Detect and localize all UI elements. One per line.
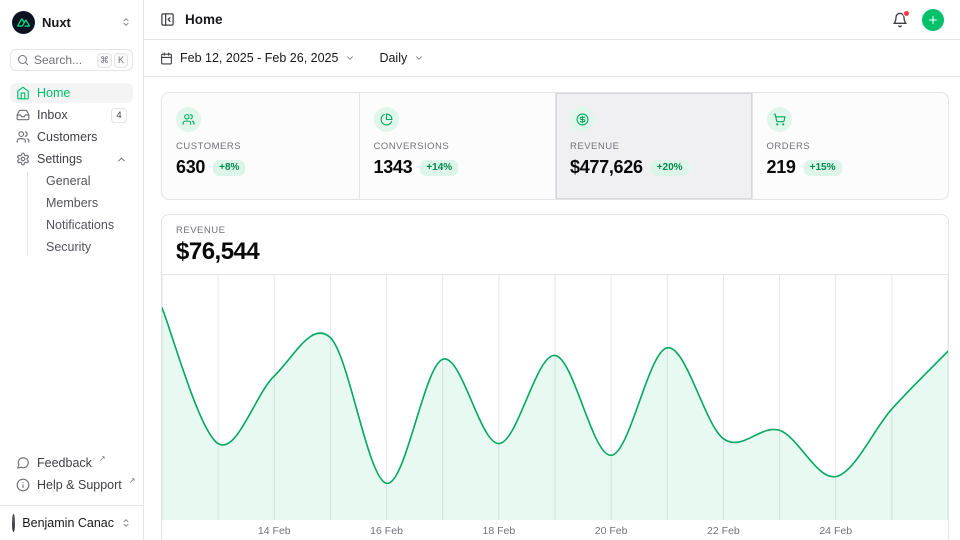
x-axis-tick-label: 16 Feb [370, 525, 403, 537]
help-support-link[interactable]: Help & Support ↗ [10, 475, 133, 495]
stat-delta-badge: +20% [651, 160, 689, 176]
sidebar-item-settings[interactable]: Settings [10, 149, 133, 169]
gear-icon [16, 152, 30, 166]
inbox-icon [16, 108, 30, 122]
notifications-button[interactable] [892, 12, 908, 28]
page-title: Home [185, 12, 223, 27]
workspace-switcher[interactable]: Nuxt [10, 10, 133, 34]
stat-card-customers[interactable]: CUSTOMERS 630 +8% [162, 93, 359, 199]
search-placeholder: Search... [34, 53, 82, 67]
stat-delta-badge: +15% [804, 160, 842, 176]
external-link-icon: ↗ [129, 476, 136, 485]
sidebar-item-customers[interactable]: Customers [10, 127, 133, 147]
stats-cards: CUSTOMERS 630 +8% CONVERSIONS 1343 +14% [161, 92, 949, 200]
x-axis-tick-label: 20 Feb [595, 525, 628, 537]
sidebar-item-home[interactable]: Home [10, 83, 133, 103]
panel-left-close-icon [160, 12, 175, 27]
chevron-down-icon [414, 53, 424, 63]
chart-header: REVENUE $76,544 [162, 215, 948, 274]
sidebar-nav: Home Inbox 4 Customers Settings Genera [10, 83, 133, 259]
stat-card-orders[interactable]: ORDERS 219 +15% [752, 93, 949, 199]
filters-toolbar: Feb 12, 2025 - Feb 26, 2025 Daily [144, 40, 960, 77]
stat-label: REVENUE [570, 141, 738, 152]
sidebar-item-inbox[interactable]: Inbox 4 [10, 105, 133, 125]
kbd-cmd: ⌘ [97, 53, 112, 68]
kbd-k: K [114, 53, 128, 68]
sidebar-spacer [10, 259, 133, 441]
user-menu[interactable]: Benjamin Canac [10, 514, 133, 532]
info-circle-icon [16, 478, 30, 492]
chevron-updown-icon [121, 17, 131, 27]
search-input[interactable]: Search... ⌘ K [10, 49, 133, 71]
notification-dot [903, 10, 910, 17]
chevron-down-icon [345, 53, 355, 63]
dollar-circle-icon [570, 107, 595, 132]
stat-card-conversions[interactable]: CONVERSIONS 1343 +14% [359, 93, 556, 199]
search-shortcut: ⌘ K [97, 53, 128, 68]
period-select[interactable]: Daily [379, 51, 424, 65]
stat-value: $477,626 [570, 157, 643, 178]
chat-bubble-icon [16, 456, 30, 470]
search-icon [17, 54, 29, 66]
feedback-link[interactable]: Feedback ↗ [10, 453, 133, 473]
workspace-name: Nuxt [42, 15, 71, 30]
chevron-up-icon [116, 154, 127, 165]
home-icon [16, 86, 30, 100]
nuxt-logo-icon [12, 11, 35, 34]
stat-label: ORDERS [767, 141, 935, 152]
chart-value: $76,544 [176, 238, 934, 266]
user-name: Benjamin Canac [22, 516, 114, 530]
add-button[interactable] [922, 9, 944, 31]
users-icon [16, 130, 30, 144]
stat-label: CONVERSIONS [374, 141, 542, 152]
plus-icon [927, 14, 939, 26]
chevron-updown-icon [121, 518, 131, 528]
stat-label: CUSTOMERS [176, 141, 345, 152]
users-icon [176, 107, 201, 132]
revenue-chart-card: REVENUE $76,544 14 Feb 16 Feb 18 Feb 20 Feb… [161, 214, 949, 540]
stat-delta-badge: +14% [420, 160, 458, 176]
stat-delta-badge: +8% [213, 160, 245, 176]
x-axis-tick-label: 18 Feb [482, 525, 515, 537]
inbox-count-badge: 4 [111, 108, 127, 123]
sidebar: Nuxt Search... ⌘ K Home Inbox 4 [0, 0, 144, 540]
pie-chart-icon [374, 107, 399, 132]
user-avatar [12, 514, 15, 532]
x-axis-tick-label: 14 Feb [258, 525, 291, 537]
sidebar-item-notifications[interactable]: Notifications [37, 215, 133, 235]
sidebar-item-security[interactable]: Security [37, 237, 133, 257]
external-link-icon: ↗ [99, 454, 106, 463]
sidebar-item-members[interactable]: Members [37, 193, 133, 213]
x-axis-tick-label: 24 Feb [819, 525, 852, 537]
stat-value: 219 [767, 157, 796, 178]
page-header: Home [144, 0, 960, 40]
stat-value: 1343 [374, 157, 413, 178]
sidebar-item-general[interactable]: General [37, 171, 133, 191]
calendar-icon [160, 52, 173, 65]
x-axis-tick-label: 22 Feb [707, 525, 740, 537]
revenue-area-chart: 14 Feb 16 Feb 18 Feb 20 Feb 22 Feb 24 Feb [162, 275, 948, 540]
chart-plot-area: 14 Feb 16 Feb 18 Feb 20 Feb 22 Feb 24 Feb [162, 274, 948, 540]
settings-subnav: General Members Notifications Security [10, 171, 133, 259]
collapse-sidebar-button[interactable] [160, 12, 175, 27]
cart-icon [767, 107, 792, 132]
header-actions [892, 9, 944, 31]
chart-label: REVENUE [176, 225, 934, 236]
sidebar-user-section: Benjamin Canac [0, 505, 143, 532]
dashboard-content: CUSTOMERS 630 +8% CONVERSIONS 1343 +14% [144, 77, 960, 540]
sidebar-footer-nav: Feedback ↗ Help & Support ↗ [10, 453, 133, 497]
main-area: Home Feb 12, 2025 - Feb 26, 2025 [144, 0, 960, 540]
stat-card-revenue[interactable]: REVENUE $477,626 +20% [555, 93, 752, 199]
stat-value: 630 [176, 157, 205, 178]
date-range-picker[interactable]: Feb 12, 2025 - Feb 26, 2025 [160, 51, 355, 65]
